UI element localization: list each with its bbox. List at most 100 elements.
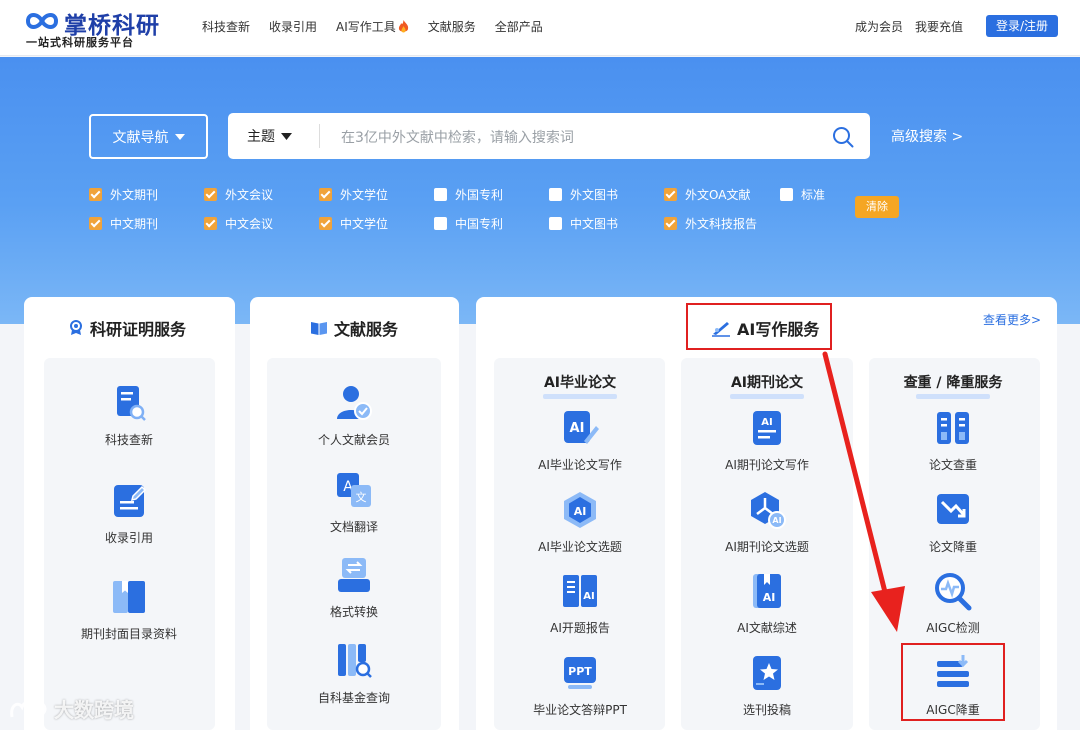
filter-standard[interactable]: 标准 [780, 186, 825, 203]
filter-foreign-tech-report[interactable]: 外文科技报告 [664, 215, 757, 232]
filter-chinese-thesis[interactable]: 中文学位 [319, 215, 388, 232]
service-label: AI毕业论文选题 [538, 540, 622, 554]
service-ai-thesis-topic[interactable]: AI AI毕业论文选题 [510, 490, 650, 555]
filter-label: 外文会议 [225, 188, 274, 202]
filter-foreign-thesis[interactable]: 外文学位 [319, 186, 388, 203]
filter-chinese-patent[interactable]: 中国专利 [434, 215, 503, 232]
filter-chinese-journal[interactable]: 中文期刊 [89, 215, 158, 232]
nav-item-citation[interactable]: 收录引用 [269, 18, 317, 35]
service-ai-thesis-writing[interactable]: AI AI毕业论文写作 [510, 408, 650, 473]
checkbox-unchecked[interactable] [434, 188, 447, 201]
highlight-box-aigc-reduce [901, 643, 1005, 721]
grid-search-icon [338, 644, 372, 678]
service-label: 毕业论文答辩PPT [533, 703, 627, 717]
column-title-text: AI毕业论文 [543, 375, 617, 391]
service-label: 论文查重 [928, 458, 977, 472]
checkbox-checked[interactable] [319, 188, 332, 201]
nav-item-ai-writing-tools[interactable]: AI写作工具 [336, 18, 409, 35]
filter-foreign-book[interactable]: 外文图书 [549, 186, 618, 203]
search-icon[interactable] [832, 126, 854, 148]
service-label: 论文降重 [928, 540, 977, 554]
filter-chinese-book[interactable]: 中文图书 [549, 215, 618, 232]
service-document-translation[interactable]: A文 文档翻译 [284, 470, 424, 535]
service-novelty-search[interactable]: 科技查新 [59, 383, 199, 448]
filter-label: 外国专利 [455, 188, 504, 202]
service-personal-membership[interactable]: 个人文献会员 [284, 383, 424, 448]
literature-navigation-dropdown[interactable]: 文献导航 [89, 114, 208, 159]
translate-icon: A文 [337, 473, 371, 507]
checkbox-unchecked[interactable] [434, 217, 447, 230]
svg-text:AI: AI [570, 421, 585, 436]
checkbox-checked[interactable] [204, 217, 217, 230]
book-icon [113, 581, 145, 613]
checkbox-unchecked[interactable] [780, 188, 793, 201]
ai-thesis-heading: AI毕业论文 [494, 372, 666, 399]
pulse-search-icon [935, 573, 972, 611]
checkbox-unchecked[interactable] [549, 188, 562, 201]
filter-foreign-journal[interactable]: 外文期刊 [89, 186, 158, 203]
nav-item-all-products[interactable]: 全部产品 [495, 18, 543, 35]
nav-item-literature-services[interactable]: 文献服务 [428, 18, 476, 35]
svg-text:AI: AI [763, 591, 776, 604]
red-arrow-icon [822, 351, 905, 632]
checkbox-checked[interactable] [664, 188, 677, 201]
service-label: 期刊封面目录资料 [80, 627, 177, 641]
service-label: 文档翻译 [329, 520, 378, 534]
advanced-search-link[interactable]: 高级搜索 > [891, 126, 963, 146]
checkbox-checked[interactable] [89, 217, 102, 230]
service-ai-proposal[interactable]: AI AI开题报告 [510, 571, 650, 636]
caret-down-icon [281, 132, 292, 140]
filter-foreign-conference[interactable]: 外文会议 [204, 186, 273, 203]
convert-icon [338, 558, 370, 592]
heading-underline [730, 394, 804, 399]
service-citation[interactable]: 收录引用 [59, 481, 199, 546]
filter-label: 外文学位 [340, 188, 389, 202]
filter-label: 外文OA文献 [685, 188, 751, 202]
service-journal-cover[interactable]: 期刊封面目录资料 [59, 577, 199, 642]
service-label: 收录引用 [104, 531, 153, 545]
checkbox-checked[interactable] [319, 217, 332, 230]
search-input[interactable]: 在3亿中外文献中检索，请输入搜索词 [341, 127, 574, 147]
filter-label: 外文科技报告 [685, 217, 758, 231]
ai-paper-icon: AI [753, 411, 781, 445]
nav-item-label: AI写作工具 [336, 20, 396, 34]
filter-foreign-patent[interactable]: 外国专利 [434, 186, 503, 203]
checkbox-checked[interactable] [89, 188, 102, 201]
service-fund-query[interactable]: 自科基金查询 [284, 641, 424, 706]
ai-book-icon: AI [563, 575, 597, 607]
service-label: 自科基金查询 [317, 691, 390, 705]
service-label: 科技查新 [104, 433, 153, 447]
award-icon [70, 320, 82, 335]
filter-chinese-conference[interactable]: 中文会议 [204, 215, 273, 232]
card-title-text: 科研证明服务 [90, 320, 187, 339]
svg-text:AI: AI [574, 505, 587, 518]
literature-service-title: 文献服务 [310, 316, 398, 340]
service-defense-ppt[interactable]: PPT 毕业论文答辩PPT [510, 653, 650, 718]
login-register-button[interactable]: 登录/注册 [986, 15, 1058, 37]
service-label: AI毕业论文写作 [538, 458, 622, 472]
svg-text:文: 文 [356, 490, 367, 504]
logo-icon [25, 13, 59, 29]
view-more-link[interactable]: 查看更多> [983, 311, 1041, 328]
become-member-link[interactable]: 成为会员 [855, 18, 903, 35]
logo[interactable]: 掌桥科研 一站式科研服务平台 [24, 5, 174, 51]
column-title-text: AI期刊论文 [730, 375, 804, 391]
heading-underline [916, 394, 990, 399]
svg-text:PPT: PPT [568, 665, 592, 678]
service-journal-submission[interactable]: 选刊投稿 [697, 653, 837, 718]
service-format-conversion[interactable]: 格式转换 [284, 555, 424, 620]
divider [319, 124, 320, 148]
svg-text:AI: AI [583, 591, 594, 602]
checkbox-unchecked[interactable] [549, 217, 562, 230]
logo-slogan: 一站式科研服务平台 [26, 36, 134, 49]
nav-item-novelty-search[interactable]: 科技查新 [202, 18, 250, 35]
filter-foreign-oa[interactable]: 外文OA文献 [664, 186, 750, 203]
checkbox-checked[interactable] [204, 188, 217, 201]
clear-filters-button[interactable]: 清除 [855, 196, 899, 218]
search-scope-dropdown[interactable]: 主题 [247, 126, 292, 146]
ai-bookmark-icon: AI [753, 574, 781, 608]
service-label: 格式转换 [329, 605, 378, 619]
checkbox-checked[interactable] [664, 217, 677, 230]
recharge-link[interactable]: 我要充值 [915, 18, 963, 35]
account-links: 成为会员 我要充值 [855, 18, 963, 35]
